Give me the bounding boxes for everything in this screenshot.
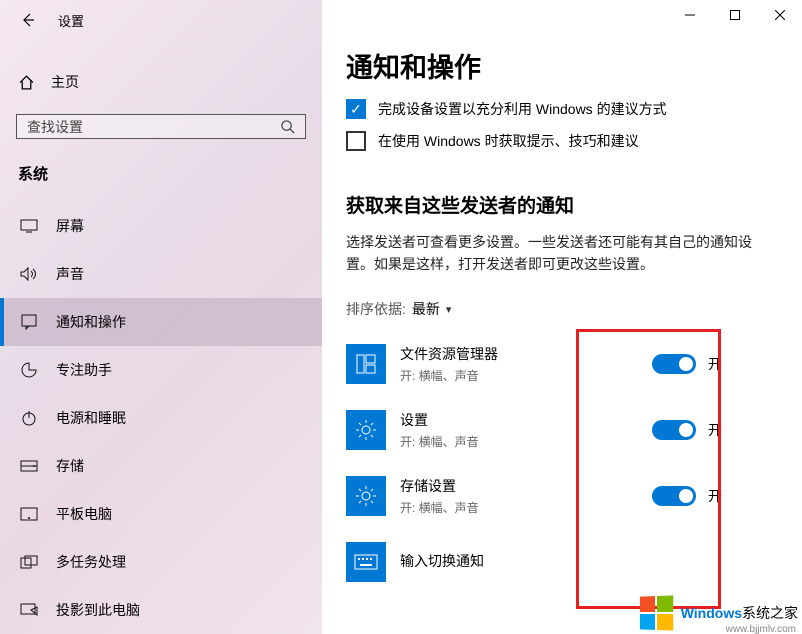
sender-name: 文件资源管理器 <box>400 344 652 364</box>
project-icon <box>20 601 38 619</box>
gear-icon <box>346 476 386 516</box>
watermark-brand: Windows <box>681 605 742 621</box>
sidebar-item-label: 平板电脑 <box>56 504 112 524</box>
sidebar: 设置 主页 系统 屏幕 声音 通知和操作 专注助手 <box>0 0 322 634</box>
senders-description: 选择发送者可查看更多设置。一些发送者还可能有其自己的通知设置。如果是这样，打开发… <box>346 232 802 275</box>
sidebar-item-label: 通知和操作 <box>56 312 126 332</box>
sidebar-item-storage[interactable]: 存储 <box>0 442 322 490</box>
page-title: 通知和操作 <box>346 46 802 85</box>
explorer-icon <box>346 344 386 384</box>
search-icon <box>280 119 295 134</box>
chevron-down-icon: ▾ <box>446 303 452 316</box>
window-title: 设置 <box>58 11 84 30</box>
sidebar-item-sound[interactable]: 声音 <box>0 250 322 298</box>
titlebar: 设置 <box>0 0 322 40</box>
checkbox-suggest-setup[interactable]: ✓ 完成设备设置以充分利用 Windows 的建议方式 <box>346 99 802 119</box>
multitask-icon <box>20 553 38 571</box>
sidebar-item-display[interactable]: 屏幕 <box>0 202 322 250</box>
sender-name: 存储设置 <box>400 476 652 496</box>
home-icon <box>18 74 35 91</box>
sort-label: 排序依据: <box>346 299 406 319</box>
checkbox-label: 完成设备设置以充分利用 Windows 的建议方式 <box>378 99 667 119</box>
toggle-switch[interactable] <box>652 420 696 440</box>
toggle-label: 开 <box>708 354 722 374</box>
toggle-switch[interactable] <box>652 354 696 374</box>
notifications-icon <box>20 313 38 331</box>
sort-dropdown[interactable]: 排序依据: 最新 ▾ <box>346 299 802 319</box>
sort-value: 最新 <box>412 299 440 319</box>
sidebar-item-label: 存储 <box>56 456 84 476</box>
senders-list: 文件资源管理器 开: 横幅、声音 开 设置 开: 横幅、声音 开 存储设置 <box>346 331 802 595</box>
storage-icon <box>20 457 38 475</box>
search-box[interactable] <box>16 114 306 139</box>
sidebar-item-label: 投影到此电脑 <box>56 600 140 620</box>
sidebar-item-notifications[interactable]: 通知和操作 <box>0 298 322 346</box>
toggle-switch[interactable] <box>652 486 696 506</box>
power-icon <box>20 409 38 427</box>
watermark-text: 系统之家 <box>742 605 798 621</box>
sidebar-item-label: 专注助手 <box>56 360 112 380</box>
sender-item-storage[interactable]: 存储设置 开: 横幅、声音 开 <box>346 463 802 529</box>
sidebar-item-label: 多任务处理 <box>56 552 126 572</box>
sender-sub: 开: 横幅、声音 <box>400 499 652 516</box>
windows-logo-icon <box>640 595 673 630</box>
maximize-button[interactable] <box>712 0 757 30</box>
toggle-label: 开 <box>708 420 722 440</box>
checkbox-icon <box>346 131 366 151</box>
section-title: 系统 <box>0 139 322 202</box>
watermark: Windows系统之家 <box>639 596 798 630</box>
sidebar-item-project[interactable]: 投影到此电脑 <box>0 586 322 634</box>
checkbox-icon: ✓ <box>346 99 366 119</box>
sidebar-item-label: 屏幕 <box>56 216 84 236</box>
back-button[interactable] <box>8 0 48 40</box>
sender-item-explorer[interactable]: 文件资源管理器 开: 横幅、声音 开 <box>346 331 802 397</box>
main-panel: 通知和操作 ✓ 完成设备设置以充分利用 Windows 的建议方式 在使用 Wi… <box>322 0 802 634</box>
gear-icon <box>346 410 386 450</box>
sender-item-settings[interactable]: 设置 开: 横幅、声音 开 <box>346 397 802 463</box>
sender-sub: 开: 横幅、声音 <box>400 433 652 450</box>
sound-icon <box>20 265 38 283</box>
display-icon <box>20 217 38 235</box>
keyboard-icon <box>346 542 386 582</box>
tablet-icon <box>20 505 38 523</box>
sidebar-item-power[interactable]: 电源和睡眠 <box>0 394 322 442</box>
sidebar-item-label: 电源和睡眠 <box>56 408 126 428</box>
window-controls <box>667 0 802 30</box>
close-button[interactable] <box>757 0 802 30</box>
nav-list: 屏幕 声音 通知和操作 专注助手 电源和睡眠 存储 平板电脑 多任务处理 <box>0 202 322 634</box>
sender-item-input-switch[interactable]: 输入切换通知 <box>346 529 802 595</box>
home-nav[interactable]: 主页 <box>0 62 322 102</box>
sidebar-item-multitask[interactable]: 多任务处理 <box>0 538 322 586</box>
checkbox-tips[interactable]: 在使用 Windows 时获取提示、技巧和建议 <box>346 131 802 151</box>
sender-name: 输入切换通知 <box>400 551 802 571</box>
focus-icon <box>20 361 38 379</box>
minimize-button[interactable] <box>667 0 712 30</box>
sender-name: 设置 <box>400 410 652 430</box>
sidebar-item-tablet[interactable]: 平板电脑 <box>0 490 322 538</box>
toggle-label: 开 <box>708 486 722 506</box>
senders-heading: 获取来自这些发送者的通知 <box>346 191 802 218</box>
home-label: 主页 <box>51 72 79 92</box>
search-input[interactable] <box>27 119 280 135</box>
checkbox-label: 在使用 Windows 时获取提示、技巧和建议 <box>378 131 639 151</box>
back-arrow-icon <box>20 12 36 28</box>
sidebar-item-label: 声音 <box>56 264 84 284</box>
sidebar-item-focus[interactable]: 专注助手 <box>0 346 322 394</box>
sender-sub: 开: 横幅、声音 <box>400 367 652 384</box>
